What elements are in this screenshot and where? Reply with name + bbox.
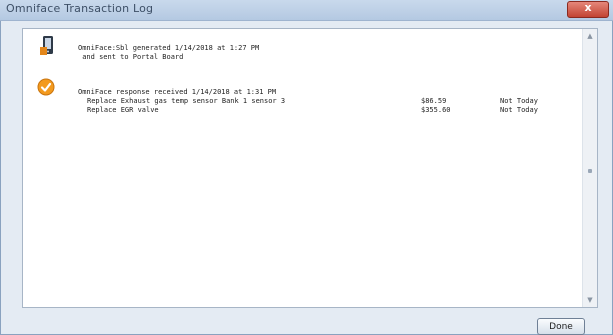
close-icon: x <box>584 1 592 14</box>
done-button[interactable]: Done <box>537 318 585 335</box>
check-circle-icon <box>37 78 55 96</box>
title-bar[interactable]: Omniface Transaction Log x <box>0 0 613 21</box>
window-title: Omniface Transaction Log <box>6 2 154 15</box>
generated-line: OmniFace:Sbl generated 1/14/2018 at 1:27… <box>78 44 260 52</box>
line-item-price: $86.59 <box>421 97 447 105</box>
generated-line-continued: and sent to Portal Board <box>78 53 184 61</box>
line-item-price: $355.60 <box>421 106 451 114</box>
line-item-status: Not Today <box>500 106 538 114</box>
line-item-description: Replace Exhaust gas temp sensor Bank 1 s… <box>87 97 286 105</box>
close-button[interactable]: x <box>567 1 609 18</box>
scroll-thumb[interactable] <box>588 169 592 173</box>
log-panel: OmniFace:Sbl generated 1/14/2018 at 1:27… <box>22 28 598 308</box>
document-phone-icon <box>39 35 57 57</box>
vertical-scrollbar[interactable]: ▲ ▼ <box>582 29 597 307</box>
transaction-dialog: Omniface Transaction Log x OmniFace:Sbl … <box>0 0 613 335</box>
scroll-up-icon[interactable]: ▲ <box>583 29 597 43</box>
line-item-status: Not Today <box>500 97 538 105</box>
response-line: OmniFace response received 1/14/2018 at … <box>78 88 277 96</box>
line-item-description: Replace EGR valve <box>87 106 159 114</box>
scroll-down-icon[interactable]: ▼ <box>583 293 597 307</box>
